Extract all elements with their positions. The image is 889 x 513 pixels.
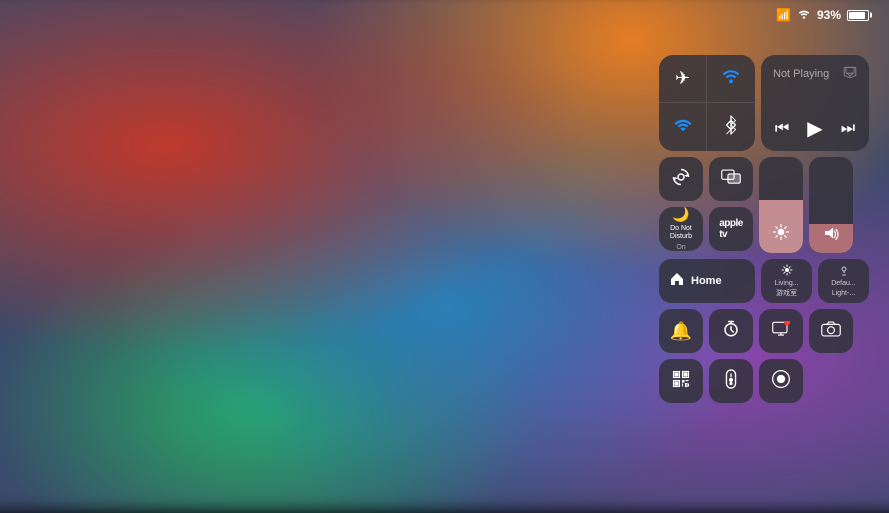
cc-row-home: Home Living...游戏室 Defau...Light-...	[659, 259, 869, 303]
bell-icon: 🔔	[670, 321, 692, 342]
alarm-button[interactable]: 🔔	[659, 309, 703, 353]
airplay-icon[interactable]	[843, 65, 857, 82]
dnd-label: Do NotDisturb	[670, 225, 692, 242]
cellular-button[interactable]	[707, 55, 755, 103]
screen-record-button[interactable]	[759, 309, 803, 353]
remote-icon	[724, 369, 738, 394]
airplane-icon: ✈	[675, 68, 690, 89]
screen-mirroring-button[interactable]	[709, 157, 753, 201]
bluetooth-icon	[724, 115, 738, 140]
now-playing-label: Not Playing	[773, 68, 829, 80]
screen-record-icon	[772, 321, 790, 342]
remote-button[interactable]	[709, 359, 753, 403]
play-pause-button[interactable]: ▶	[807, 116, 822, 141]
wifi-icon	[797, 8, 811, 22]
next-track-button[interactable]: ⏭	[841, 120, 855, 138]
lock-rotation-icon	[672, 168, 690, 191]
scene-living-icon	[781, 264, 793, 279]
previous-track-button[interactable]: ⏮	[775, 120, 789, 138]
volume-slider[interactable]	[809, 157, 853, 253]
apple-tv-button[interactable]: appletv	[709, 207, 753, 251]
record-icon	[771, 369, 791, 394]
scene-default-icon	[838, 264, 850, 279]
now-playing-controls: ⏮ ▶ ⏭	[773, 116, 857, 141]
battery-icon	[847, 10, 869, 21]
cc-row-2: 🌙 Do NotDisturb On appletv	[659, 157, 869, 253]
now-playing-header: Not Playing	[773, 65, 857, 82]
brightness-slider[interactable]	[759, 157, 803, 253]
battery-percentage: 93%	[817, 8, 841, 22]
do-not-disturb-button[interactable]: 🌙 Do NotDisturb On	[659, 207, 703, 251]
mirroring-icon	[721, 169, 741, 190]
cc-row-1: ✈	[659, 55, 869, 151]
volume-icon	[823, 226, 839, 245]
qr-icon	[672, 370, 690, 393]
control-center: ✈	[659, 55, 869, 403]
wifi-toggle-icon	[674, 117, 692, 138]
dnd-status: On	[676, 244, 685, 252]
screen-lock-button[interactable]	[659, 157, 703, 201]
connectivity-block: ✈	[659, 55, 755, 151]
home-label: Home	[691, 275, 722, 287]
scene-living-label: Living...游戏室	[774, 279, 798, 297]
scene-default-label: Defau...Light-...	[831, 279, 856, 297]
timer-icon	[722, 320, 740, 343]
camera-button[interactable]	[809, 309, 853, 353]
timer-button[interactable]	[709, 309, 753, 353]
brightness-icon	[773, 224, 789, 245]
home-icon	[669, 271, 685, 292]
wifi-toggle-button[interactable]	[659, 103, 707, 151]
cc-row-5	[659, 359, 869, 403]
wifi-status-icon: 📶	[776, 8, 791, 22]
camera-icon	[821, 321, 841, 342]
bluetooth-button[interactable]	[707, 103, 755, 151]
now-playing-block[interactable]: Not Playing ⏮ ▶ ⏭	[761, 55, 869, 151]
cc-row-4: 🔔	[659, 309, 869, 353]
cellular-icon	[722, 67, 740, 90]
status-bar: 📶 93%	[776, 8, 869, 22]
qr-scanner-button[interactable]	[659, 359, 703, 403]
home-app-button[interactable]: Home	[659, 259, 755, 303]
scene-default-button[interactable]: Defau...Light-...	[818, 259, 869, 303]
scene-living-button[interactable]: Living...游戏室	[761, 259, 812, 303]
airplane-mode-button[interactable]: ✈	[659, 55, 707, 103]
voice-memos-button[interactable]	[759, 359, 803, 403]
moon-icon: 🌙	[672, 206, 689, 223]
appletv-icon: appletv	[719, 218, 743, 240]
